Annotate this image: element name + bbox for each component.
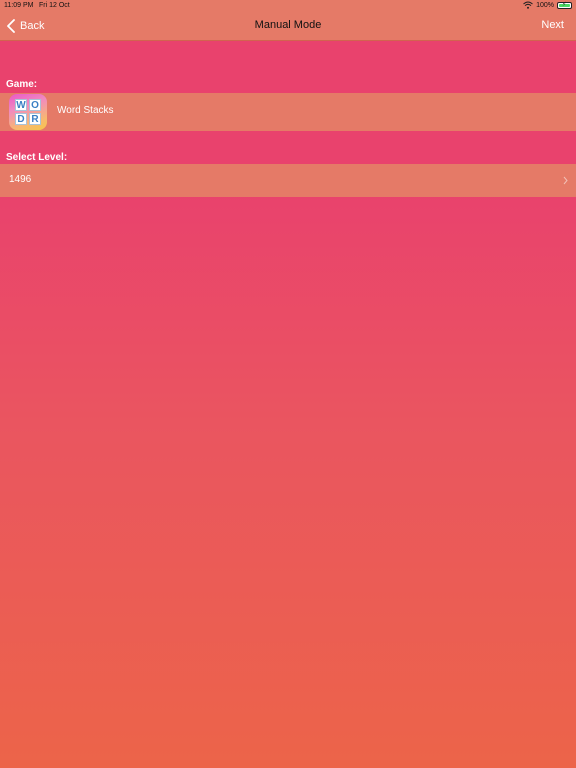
word-stacks-app-icon: W O D R <box>9 94 47 130</box>
level-select-row[interactable]: 1496 <box>0 164 576 197</box>
status-time: 11:09 PM <box>4 2 34 9</box>
status-indicators: 100% ⚡ <box>523 1 572 9</box>
next-button[interactable]: Next <box>541 19 564 31</box>
status-date: Fri 12 Oct <box>39 2 70 9</box>
game-section-label: Game: <box>6 79 38 90</box>
level-section-label: Select Level: <box>6 152 68 163</box>
wifi-icon <box>523 1 533 9</box>
icon-tile: D <box>15 113 27 125</box>
icon-tile: R <box>29 113 41 125</box>
status-bar: 11:09 PM Fri 12 Oct 100% ⚡ <box>0 0 576 12</box>
icon-tile: W <box>15 99 27 111</box>
game-name: Word Stacks <box>57 105 114 116</box>
icon-tile: O <box>29 99 41 111</box>
game-row[interactable]: W O D R Word Stacks <box>0 93 576 131</box>
chevron-right-icon <box>563 176 568 185</box>
navigation-bar: Back Manual Mode Next <box>0 12 576 41</box>
battery-percent: 100% <box>536 1 554 9</box>
battery-icon: ⚡ <box>557 1 572 9</box>
page-title: Manual Mode <box>254 19 322 31</box>
level-value: 1496 <box>9 174 32 185</box>
